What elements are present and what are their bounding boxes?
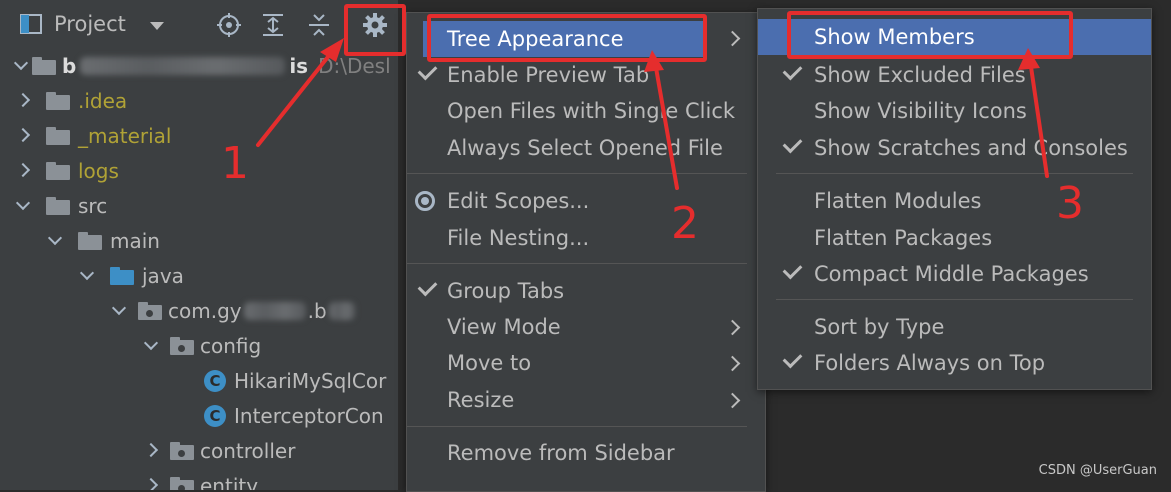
annotation-arrows	[256, 38, 1049, 190]
annotation-step-2: 2	[671, 198, 699, 249]
annotation-step-1: 1	[221, 138, 249, 189]
annotation-step-3: 3	[1056, 178, 1084, 229]
watermark: CSDN @UserGuan	[1038, 463, 1157, 478]
